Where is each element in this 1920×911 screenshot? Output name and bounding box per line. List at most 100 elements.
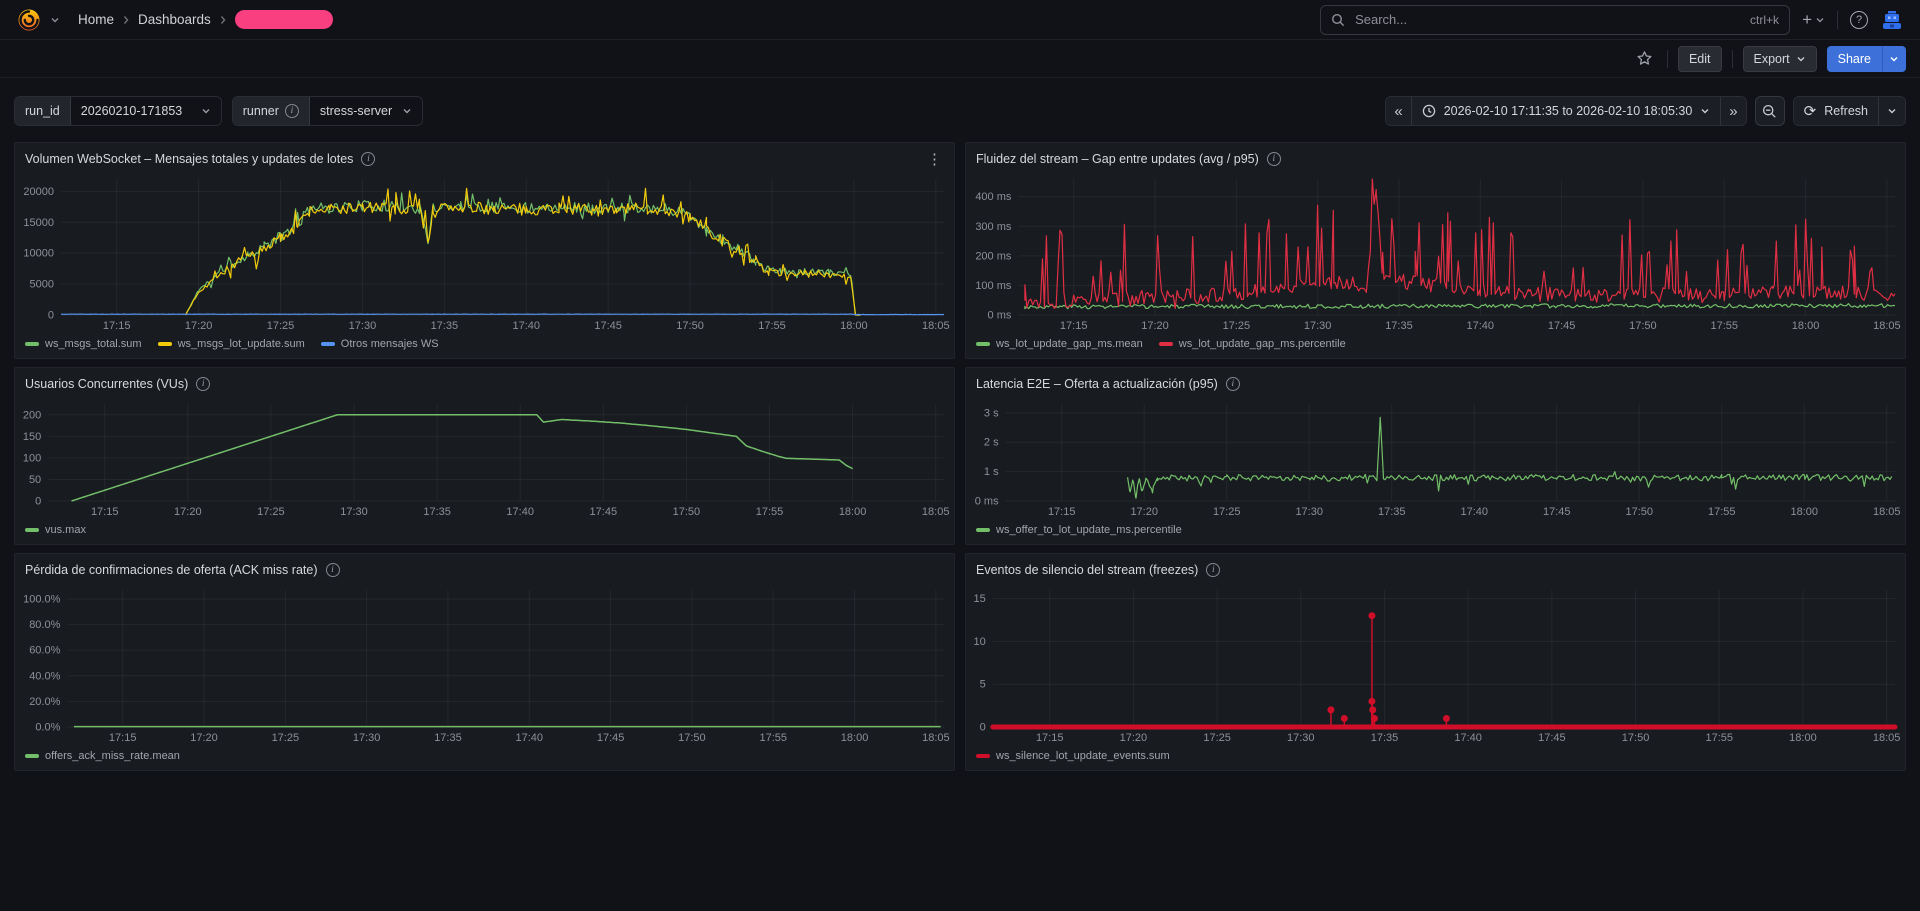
svg-text:18:05: 18:05: [922, 732, 950, 744]
legend-swatch: [976, 754, 990, 758]
breadcrumb-dashboards[interactable]: Dashboards: [138, 12, 211, 27]
refresh-button[interactable]: ⟳ Refresh: [1794, 97, 1879, 125]
panel-header: Latencia E2E – Oferta a actualización (p…: [966, 368, 1905, 396]
panel-info-icon[interactable]: i: [1267, 152, 1281, 166]
panel-menu-kebab-icon[interactable]: ⋮: [923, 152, 946, 167]
dashboard-toolbar: Edit Export Share: [0, 40, 1920, 78]
chevron-down-icon: [1889, 54, 1899, 64]
legend-item[interactable]: ws_lot_update_gap_ms.mean: [976, 338, 1143, 350]
grafana-app: Home Dashboards ctrl+k +: [0, 0, 1920, 771]
add-new-button[interactable]: +: [1798, 7, 1829, 32]
svg-text:18:00: 18:00: [840, 320, 868, 332]
svg-text:17:35: 17:35: [1371, 732, 1399, 744]
breadcrumb-home[interactable]: Home: [78, 12, 114, 27]
chart-canvas[interactable]: 20015010050017:1517:2017:2517:3017:3517:…: [15, 396, 954, 521]
help-button[interactable]: ?: [1846, 7, 1872, 33]
panel-info-icon[interactable]: i: [1226, 377, 1240, 391]
panel-legend: vus.max: [15, 521, 954, 544]
legend-swatch: [158, 342, 172, 346]
panel-silence-events: Eventos de silencio del stream (freezes)…: [965, 553, 1906, 771]
svg-text:100 ms: 100 ms: [975, 280, 1012, 292]
svg-text:0.0%: 0.0%: [35, 722, 60, 734]
svg-text:17:50: 17:50: [1625, 506, 1653, 518]
search-input[interactable]: [1353, 11, 1742, 28]
svg-text:17:55: 17:55: [758, 320, 786, 332]
svg-text:17:40: 17:40: [1460, 506, 1488, 518]
panel-header: Pérdida de confirmaciones de oferta (ACK…: [15, 554, 954, 582]
refresh-interval-dropdown[interactable]: [1879, 97, 1905, 125]
chart-canvas[interactable]: 400 ms300 ms200 ms100 ms0 ms17:1517:2017…: [966, 171, 1905, 335]
svg-text:17:35: 17:35: [1378, 506, 1406, 518]
zoom-out-time-button[interactable]: [1755, 96, 1785, 126]
svg-text:17:25: 17:25: [1223, 320, 1251, 332]
legend-label: vus.max: [45, 524, 86, 536]
time-picker-group: « 2026-02-10 17:11:35 to 2026-02-10 18:0…: [1385, 96, 1746, 126]
breadcrumb: Home Dashboards: [78, 10, 333, 29]
legend-swatch: [25, 528, 39, 532]
svg-text:17:15: 17:15: [1060, 320, 1088, 332]
favorite-star-button[interactable]: [1632, 46, 1657, 71]
svg-text:18:00: 18:00: [839, 506, 867, 518]
legend-item[interactable]: Otros mensajes WS: [321, 338, 439, 350]
time-range-picker[interactable]: 2026-02-10 17:11:35 to 2026-02-10 18:05:…: [1412, 97, 1722, 125]
panel-title: Usuarios Concurrentes (VUs): [25, 377, 188, 391]
panel-header: Usuarios Concurrentes (VUs) i: [15, 368, 954, 396]
svg-text:17:40: 17:40: [1467, 320, 1495, 332]
variable-label: runner: [243, 104, 279, 118]
legend-item[interactable]: offers_ack_miss_rate.mean: [25, 750, 180, 762]
variable-picker-run-id[interactable]: run_id 20260210-171853: [14, 96, 222, 126]
panel-info-icon[interactable]: i: [1206, 563, 1220, 577]
panel-header: Eventos de silencio del stream (freezes)…: [966, 554, 1905, 582]
panel-vus: Usuarios Concurrentes (VUs) i 2001501005…: [14, 367, 955, 545]
panel-info-icon[interactable]: i: [326, 563, 340, 577]
panel-title: Fluidez del stream – Gap entre updates (…: [976, 152, 1259, 166]
time-shift-back-button[interactable]: «: [1386, 97, 1411, 125]
search-box[interactable]: ctrl+k: [1320, 5, 1790, 35]
grafana-logo[interactable]: [16, 7, 42, 33]
chart-canvas[interactable]: 15105017:1517:2017:2517:3017:3517:4017:4…: [966, 582, 1905, 747]
svg-text:17:25: 17:25: [267, 320, 295, 332]
svg-text:17:15: 17:15: [1036, 732, 1064, 744]
svg-text:18:00: 18:00: [1790, 506, 1818, 518]
share-dropdown-button[interactable]: [1882, 46, 1906, 72]
user-avatar[interactable]: [1880, 8, 1904, 32]
svg-text:17:15: 17:15: [103, 320, 131, 332]
svg-text:80.0%: 80.0%: [29, 619, 60, 631]
legend-item[interactable]: ws_silence_lot_update_events.sum: [976, 750, 1170, 762]
legend-item[interactable]: ws_msgs_lot_update.sum: [158, 338, 305, 350]
legend-item[interactable]: ws_lot_update_gap_ms.percentile: [1159, 338, 1346, 350]
svg-text:17:15: 17:15: [91, 506, 119, 518]
panel-info-icon[interactable]: i: [196, 377, 210, 391]
panel-title: Latencia E2E – Oferta a actualización (p…: [976, 377, 1218, 391]
export-button[interactable]: Export: [1743, 46, 1817, 72]
zoom-out-icon: [1762, 104, 1777, 119]
variable-value: stress-server: [320, 104, 392, 118]
svg-text:3 s: 3 s: [984, 407, 999, 419]
chart-canvas[interactable]: 3 s2 s1 s0 ms17:1517:2017:2517:3017:3517…: [966, 396, 1905, 521]
legend-item[interactable]: ws_msgs_total.sum: [25, 338, 142, 350]
time-shift-forward-button[interactable]: »: [1721, 97, 1745, 125]
share-button[interactable]: Share: [1827, 46, 1882, 72]
svg-text:17:20: 17:20: [1130, 506, 1158, 518]
chart-canvas[interactable]: 100.0%80.0%60.0%40.0%20.0%0.0%17:1517:20…: [15, 582, 954, 747]
svg-text:5000: 5000: [30, 279, 54, 291]
dashboard-controls: run_id 20260210-171853 runner i stress-s…: [0, 78, 1920, 126]
edit-button[interactable]: Edit: [1678, 46, 1722, 72]
svg-text:20000: 20000: [23, 186, 54, 198]
legend-item[interactable]: vus.max: [25, 524, 86, 536]
legend-item[interactable]: ws_offer_to_lot_update_ms.percentile: [976, 524, 1182, 536]
svg-text:17:15: 17:15: [109, 732, 137, 744]
svg-text:17:30: 17:30: [349, 320, 377, 332]
chart-canvas[interactable]: 2000015000100005000017:1517:2017:2517:30…: [15, 171, 954, 335]
template-variables: run_id 20260210-171853 runner i stress-s…: [14, 96, 423, 126]
org-switcher-chevron-icon[interactable]: [50, 15, 60, 25]
svg-text:17:45: 17:45: [1543, 506, 1571, 518]
panel-info-icon[interactable]: i: [361, 152, 375, 166]
svg-text:17:35: 17:35: [434, 732, 462, 744]
dashboard-grid: Volumen WebSocket – Mensajes totales y u…: [0, 126, 1920, 771]
variable-picker-runner[interactable]: runner i stress-server: [232, 96, 423, 126]
breadcrumb-current-redacted[interactable]: [235, 10, 333, 29]
legend-label: ws_silence_lot_update_events.sum: [996, 750, 1170, 762]
svg-text:0: 0: [48, 310, 54, 322]
info-icon[interactable]: i: [285, 104, 299, 118]
